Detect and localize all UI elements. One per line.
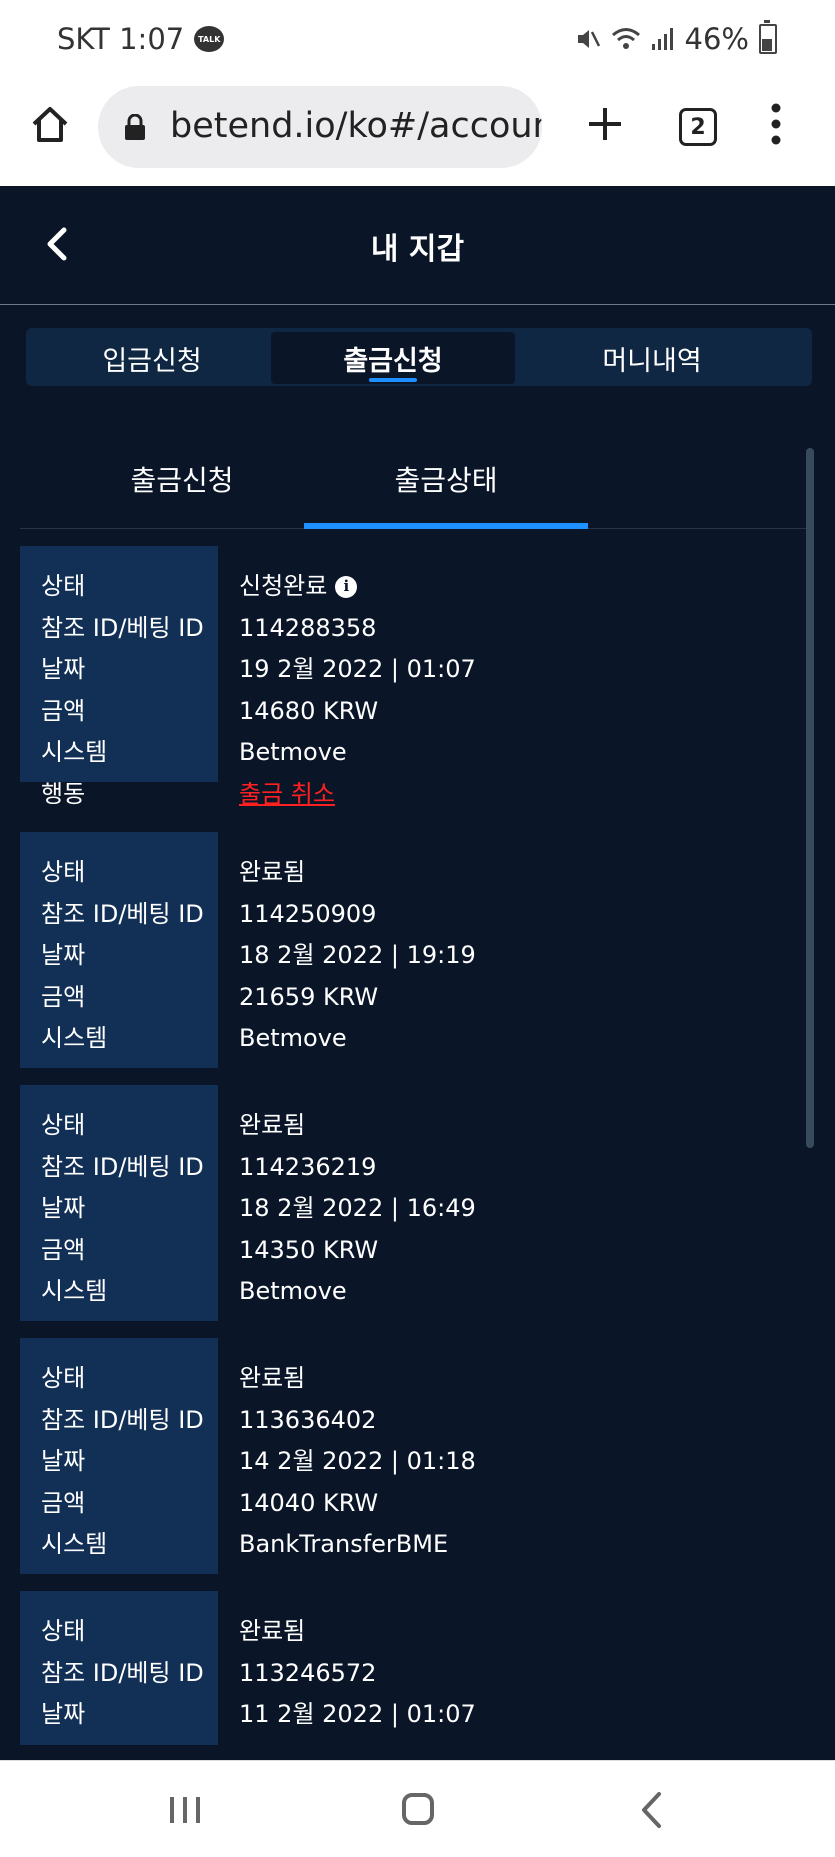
more-menu-icon[interactable] — [770, 102, 782, 146]
nav-back-icon[interactable] — [640, 1791, 662, 1829]
label-system: 시스템 — [41, 1277, 108, 1305]
label-amount: 금액 — [41, 982, 86, 1011]
label-ref-id: 참조 ID/베팅 ID — [41, 613, 204, 642]
label-action: 행동 — [41, 779, 86, 808]
system-nav-bar — [0, 1760, 835, 1857]
tab-withdraw-request[interactable]: 출금신청 — [271, 332, 515, 384]
amount-value: 21659 KRW — [239, 982, 379, 1011]
label-status: 상태 — [41, 1364, 86, 1392]
battery-percent: 46% — [684, 22, 749, 56]
ref-id-value: 114250909 — [239, 899, 377, 928]
system-value: Betmove — [239, 1277, 347, 1305]
label-ref-id: 참조 ID/베팅 ID — [41, 1405, 204, 1434]
address-bar[interactable]: betend.io/ko#/account — [98, 86, 542, 168]
label-status: 상태 — [41, 572, 86, 600]
label-date: 날짜 — [41, 655, 86, 683]
status-bar: SKT 1:07 TALK 46% — [0, 0, 835, 84]
active-subtab-indicator — [304, 523, 588, 529]
label-date: 날짜 — [41, 1447, 86, 1475]
system-value: BankTransferBME — [239, 1530, 449, 1558]
page-title: 내 지갑 — [370, 232, 465, 267]
list-item: 상태 참조 ID/베팅 ID 날짜 금액 시스템 완료됨 114236219 1… — [20, 1085, 800, 1321]
date-value: 18 2월 2022 | 19:19 — [239, 941, 476, 969]
tab-money-history[interactable]: 머니내역 — [530, 332, 774, 384]
date-value: 11 2월 2022 | 01:07 — [239, 1700, 476, 1728]
label-ref-id: 참조 ID/베팅 ID — [41, 1152, 204, 1181]
list-item: 상태 참조 ID/베팅 ID 날짜 금액 시스템 완료됨 113636402 1… — [20, 1338, 800, 1574]
amount-value: 14680 KRW — [239, 696, 379, 725]
carrier-time: SKT 1:07 — [57, 22, 185, 56]
ref-id-value: 113246572 — [239, 1658, 377, 1687]
label-date: 날짜 — [41, 1700, 86, 1728]
system-value: Betmove — [239, 738, 347, 766]
mute-icon — [577, 30, 600, 48]
date-value: 18 2월 2022 | 16:49 — [239, 1194, 476, 1222]
status-value: 완료됨 — [239, 1111, 306, 1139]
label-system: 시스템 — [41, 1530, 108, 1558]
battery-icon — [759, 20, 777, 54]
url-text: betend.io/ko#/account — [170, 106, 542, 146]
label-amount: 금액 — [41, 1488, 86, 1517]
lock-icon — [125, 114, 145, 140]
label-status: 상태 — [41, 858, 86, 886]
label-system: 시스템 — [41, 738, 108, 766]
new-tab-icon[interactable] — [585, 104, 625, 144]
amount-value: 14040 KRW — [239, 1488, 379, 1517]
signal-icon — [651, 28, 673, 50]
date-value: 14 2월 2022 | 01:18 — [239, 1447, 476, 1475]
label-ref-id: 참조 ID/베팅 ID — [41, 1658, 204, 1687]
list-item: 상태 참조 ID/베팅 ID 날짜 완료됨 113246572 11 2월 20… — [20, 1591, 800, 1745]
label-status: 상태 — [41, 1617, 86, 1645]
label-system: 시스템 — [41, 1024, 108, 1052]
label-status: 상태 — [41, 1111, 86, 1139]
home-icon[interactable] — [28, 102, 72, 146]
system-value: Betmove — [239, 1024, 347, 1052]
cancel-withdraw-link[interactable]: 출금 취소 — [239, 774, 335, 816]
subtab-withdraw-request[interactable]: 출금신청 — [40, 430, 324, 528]
withdraw-subtabs: 출금신청 출금상태 — [20, 430, 812, 529]
withdraw-records-list: 상태 참조 ID/베팅 ID 날짜 금액 시스템 행동 신청완료 i 114288… — [20, 546, 800, 1762]
tab-deposit-request[interactable]: 입금신청 — [30, 332, 274, 384]
label-amount: 금액 — [41, 1235, 86, 1264]
date-value: 19 2월 2022 | 01:07 — [239, 655, 476, 683]
recent-apps-icon[interactable] — [168, 1795, 202, 1825]
label-ref-id: 참조 ID/베팅 ID — [41, 899, 204, 928]
home-button[interactable] — [402, 1793, 434, 1825]
status-value: 완료됨 — [239, 1364, 306, 1392]
ref-id-value: 113636402 — [239, 1405, 377, 1434]
status-value: 완료됨 — [239, 858, 306, 886]
scrollbar[interactable] — [806, 448, 814, 1148]
label-date: 날짜 — [41, 1194, 86, 1222]
amount-value: 14350 KRW — [239, 1235, 379, 1264]
wallet-tabs: 입금신청 출금신청 머니내역 — [26, 328, 812, 386]
active-tab-indicator — [369, 378, 417, 382]
status-value: 완료됨 — [239, 1617, 306, 1645]
info-icon[interactable]: i — [335, 575, 358, 598]
list-item: 상태 참조 ID/베팅 ID 날짜 금액 시스템 완료됨 114250909 1… — [20, 832, 800, 1068]
tab-switcher-button[interactable]: 2 — [679, 108, 717, 146]
wifi-icon — [611, 28, 640, 49]
kakaotalk-icon: TALK — [194, 26, 225, 52]
list-item: 상태 참조 ID/베팅 ID 날짜 금액 시스템 행동 신청완료 i 114288… — [20, 546, 800, 815]
subtab-withdraw-status[interactable]: 출금상태 — [304, 430, 588, 529]
ref-id-value: 114288358 — [239, 613, 377, 642]
status-value: 신청완료 — [239, 572, 328, 600]
label-date: 날짜 — [41, 941, 86, 969]
label-amount: 금액 — [41, 696, 86, 725]
app-header: 내 지갑 — [0, 186, 835, 305]
browser-toolbar: betend.io/ko#/account 2 — [0, 84, 835, 187]
ref-id-value: 114236219 — [239, 1152, 377, 1181]
